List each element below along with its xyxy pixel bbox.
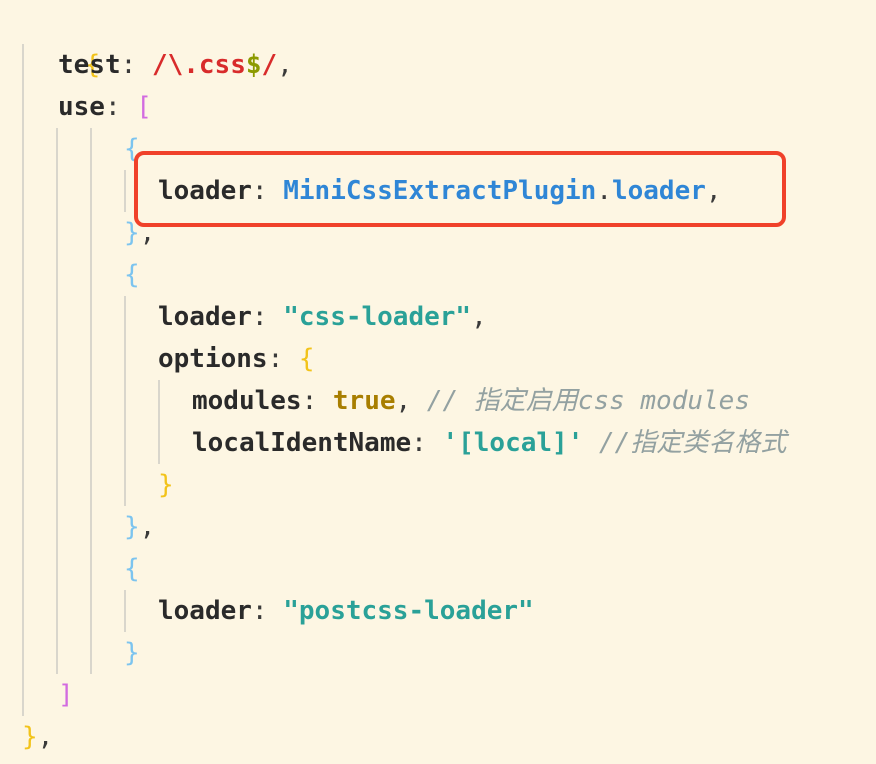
code-line-9: options: { — [158, 338, 315, 380]
open-bracket: [ — [136, 92, 152, 122]
code-line-17: ] — [58, 674, 74, 716]
regex-anchor: $ — [245, 50, 262, 80]
code-line-3: use: [ — [58, 86, 152, 128]
indent-guide-array — [90, 128, 92, 674]
code-line-8: loader: "css-loader", — [158, 296, 487, 338]
indent-guide-obj3 — [124, 590, 126, 632]
code-line-1: { — [22, 2, 101, 80]
code-line-15: loader: "postcss-loader" — [158, 590, 534, 632]
comma: , — [277, 50, 293, 80]
property-key: loader — [158, 596, 252, 626]
comma: , — [139, 512, 156, 542]
string-literal: "postcss-loader" — [283, 596, 534, 626]
colon: : — [411, 428, 443, 458]
string-literal: '[local]' — [442, 428, 584, 458]
code-line-13: }, — [124, 506, 155, 548]
close-brace: } — [22, 722, 38, 752]
close-brace: } — [158, 470, 174, 500]
property-key: use — [58, 92, 105, 122]
property-key: modules — [192, 386, 302, 416]
code-line-14: { — [124, 548, 140, 590]
code-line-12: } — [158, 464, 174, 506]
property-key: options — [158, 344, 268, 374]
code-line-2: test: /\.css$/, — [58, 44, 293, 86]
colon: : — [104, 92, 137, 122]
property-key: test — [58, 50, 121, 80]
indent-guide-obj2 — [124, 296, 126, 506]
boolean-literal: true — [332, 386, 396, 416]
indent-guide-outer — [22, 44, 24, 716]
code-line-16: } — [124, 632, 140, 674]
open-brace: { — [124, 260, 140, 290]
code-line-11: localIdentName: '[local]' //指定类名格式 — [192, 422, 786, 464]
close-brace: } — [124, 638, 140, 668]
comma: , — [471, 302, 487, 332]
indent-guide-obj1 — [124, 170, 126, 212]
colon: : — [251, 302, 284, 332]
open-brace: { — [298, 344, 315, 374]
open-brace: { — [124, 554, 140, 584]
indent-guide-use — [56, 128, 58, 674]
property-key: localIdentName — [192, 428, 412, 458]
highlight-box — [134, 151, 786, 227]
indent-guide-options — [158, 380, 160, 464]
code-line-7: { — [124, 254, 140, 296]
code-line-10: modules: true, // 指定启用css modules — [192, 380, 750, 422]
code-comment: //指定类名格式 — [583, 428, 787, 458]
colon: : — [120, 50, 152, 80]
code-line-18: }, — [22, 716, 53, 758]
property-key: loader — [158, 302, 252, 332]
code-comment: // 指定启用css modules — [411, 386, 750, 416]
colon: : — [301, 386, 333, 416]
comma: , — [395, 386, 412, 416]
regex-end: / — [261, 50, 278, 80]
regex-literal: /\.css — [151, 50, 246, 80]
colon: : — [267, 344, 299, 374]
code-editor: { test: /\.css$/, use: [ { loader: MiniC… — [0, 0, 876, 764]
colon: : — [251, 596, 284, 626]
close-brace: } — [124, 512, 140, 542]
close-bracket: ] — [58, 680, 74, 710]
string-literal: "css-loader" — [283, 302, 472, 332]
comma: , — [37, 722, 54, 752]
